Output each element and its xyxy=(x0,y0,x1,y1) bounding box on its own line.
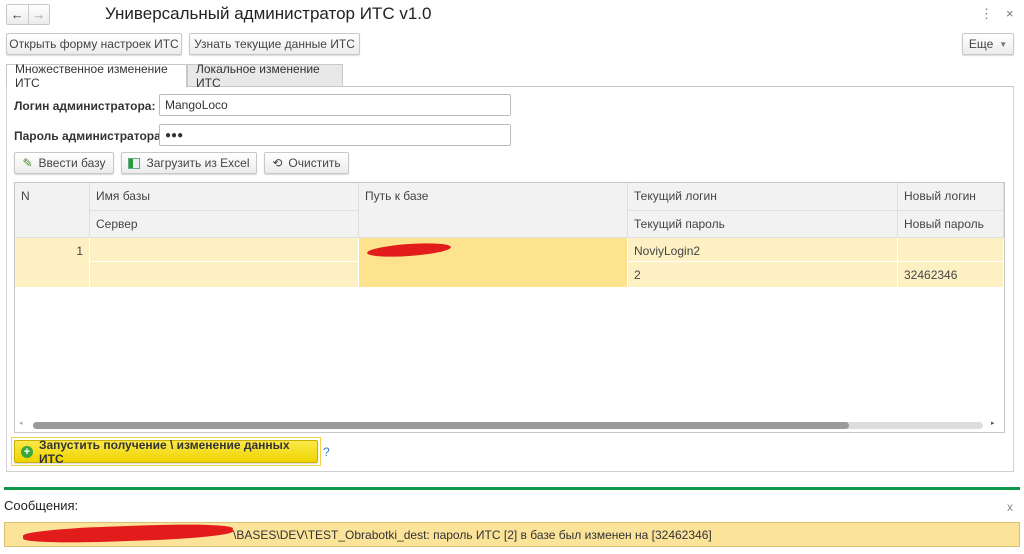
cell-new-password[interactable]: 32462346 xyxy=(898,262,1004,287)
load-excel-label: Загрузить из Excel xyxy=(146,156,250,170)
header-current-login[interactable]: Текущий логин xyxy=(628,183,898,211)
redaction-mark xyxy=(366,241,452,259)
cell-current-login[interactable]: NoviyLogin2 xyxy=(628,238,898,262)
password-input[interactable]: ●●● xyxy=(159,124,511,146)
header-path[interactable]: Путь к базе xyxy=(359,183,628,238)
message-item[interactable]: \BASES\DEV\TEST_Obrabotki_dest: пароль И… xyxy=(4,522,1020,547)
close-icon[interactable]: × xyxy=(1006,6,1014,21)
redaction-mark xyxy=(22,522,234,545)
load-excel-button[interactable]: Загрузить из Excel xyxy=(121,152,257,174)
chevron-down-icon: ▼ xyxy=(999,39,1008,49)
messages-divider xyxy=(4,487,1020,490)
header-current-password[interactable]: Текущий пароль xyxy=(628,211,898,238)
login-input[interactable]: MangoLoco xyxy=(159,94,511,116)
forward-button[interactable]: → xyxy=(29,5,50,24)
run-button-label: Запустить получение \ изменение данных И… xyxy=(38,437,290,466)
enter-base-label: Ввести базу xyxy=(38,156,106,170)
header-name[interactable]: Имя базы xyxy=(90,183,359,211)
cell-name[interactable] xyxy=(90,238,359,262)
run-button[interactable]: + Запустить получение \ изменение данных … xyxy=(14,437,318,466)
tab-multiple[interactable]: Множественное изменение ИТС xyxy=(6,62,187,90)
help-link[interactable]: ? xyxy=(323,445,330,459)
pencil-icon: ✎ xyxy=(22,156,33,170)
excel-icon xyxy=(128,157,141,169)
plus-circle-icon: + xyxy=(21,445,33,458)
messages-close-icon[interactable]: x xyxy=(1007,500,1013,514)
login-label: Логин администратора: xyxy=(14,99,156,113)
messages-title: Сообщения: xyxy=(4,498,79,513)
back-button[interactable]: ← xyxy=(7,5,29,24)
open-settings-button[interactable]: Открыть форму настроек ИТС xyxy=(6,33,182,55)
nav-buttons: ← → xyxy=(6,4,50,25)
cell-server[interactable] xyxy=(90,262,359,287)
bases-table: N Имя базы Сервер Путь к базе Текущий ло… xyxy=(14,182,1005,433)
enter-base-button[interactable]: ✎ Ввести базу xyxy=(14,152,114,174)
cell-n[interactable]: 1 xyxy=(15,238,90,287)
header-new-password[interactable]: Новый пароль xyxy=(898,211,1004,238)
clear-button[interactable]: ⟲ Очистить xyxy=(264,152,349,174)
header-new-login[interactable]: Новый логин xyxy=(898,183,1004,211)
get-data-button[interactable]: Узнать текущие данные ИТС xyxy=(189,33,360,55)
tab-local[interactable]: Локальное изменение ИТС xyxy=(187,62,343,90)
scrollbar-thumb[interactable] xyxy=(33,422,849,429)
more-button[interactable]: Еще ▼ xyxy=(962,33,1014,55)
header-n[interactable]: N xyxy=(15,183,90,238)
more-label: Еще xyxy=(968,37,994,51)
scroll-right-icon[interactable]: ▸ xyxy=(991,419,995,427)
horizontal-scrollbar[interactable]: ◂ ▸ xyxy=(19,419,999,430)
window-title: Универсальный администратор ИТС v1.0 xyxy=(105,4,432,23)
history-icon: ⟲ xyxy=(272,156,283,170)
password-label: Пароль администратора: xyxy=(14,129,165,143)
cell-path[interactable] xyxy=(359,238,628,287)
kebab-menu-icon[interactable]: ⋮ xyxy=(980,6,993,22)
cell-new-login[interactable] xyxy=(898,238,1004,262)
cell-current-password[interactable]: 2 xyxy=(628,262,898,287)
header-server[interactable]: Сервер xyxy=(90,211,359,238)
clear-label: Очистить xyxy=(288,156,341,170)
message-text: \BASES\DEV\TEST_Obrabotki_dest: пароль И… xyxy=(233,528,712,542)
scroll-left-icon[interactable]: ◂ xyxy=(19,419,23,427)
